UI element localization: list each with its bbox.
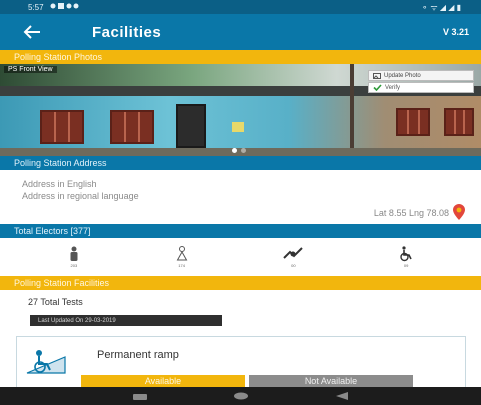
pager-dot — [241, 148, 246, 153]
app-version: V 3.21 — [442, 27, 469, 37]
back-button[interactable] — [16, 16, 48, 48]
app-bar: Facilities V 3.21 — [0, 14, 481, 50]
status-time: 5:57 — [28, 2, 44, 12]
last-updated-badge: Last Updated On 29-03-2019 — [30, 315, 222, 326]
system-nav-bar — [0, 387, 481, 405]
male-icon — [70, 246, 78, 261]
electors-row: 203 174 00 09 — [0, 240, 481, 273]
status-bar: 5:57 ⚬ ᯤ ◢ ◢ ▮ — [0, 0, 481, 14]
recent-apps-button[interactable] — [133, 387, 148, 405]
map-pin-icon — [453, 204, 465, 220]
photo-tag: PS Front View — [4, 66, 57, 73]
page-title: Facilities — [92, 23, 162, 41]
ramp-icon — [25, 347, 71, 380]
photos-section-header: Polling Station Photos — [0, 50, 481, 64]
address-block: Address in English Address in regional l… — [22, 178, 139, 202]
address-regional: Address in regional language — [22, 191, 139, 201]
female-icon — [176, 245, 187, 260]
pager-dot — [232, 148, 237, 153]
image-icon — [373, 72, 381, 79]
facility-title: Permanent ramp — [97, 349, 179, 361]
location-pin-button[interactable] — [451, 203, 467, 226]
triangle-back-icon — [335, 392, 348, 400]
home-icon — [234, 392, 249, 400]
address-english: Address in English — [22, 179, 97, 189]
arrow-left-icon — [23, 25, 40, 39]
home-button[interactable] — [233, 387, 249, 405]
total-tests: 27 Total Tests — [28, 297, 83, 307]
third-gender-icon — [283, 246, 304, 259]
elector-third-gender: 00 — [282, 246, 304, 268]
elector-pwd: 09 — [398, 245, 414, 268]
available-button[interactable]: Available — [81, 375, 245, 387]
facilities-section-header: Polling Station Facilities — [0, 276, 481, 290]
recents-icon — [133, 394, 148, 400]
wheelchair-icon — [400, 245, 412, 261]
photo-pager-dots — [232, 148, 246, 153]
address-section-header: Polling Station Address — [0, 156, 481, 170]
electors-section-header: Total Electors [377] — [0, 224, 481, 238]
back-nav-button[interactable] — [335, 387, 348, 405]
update-photo-button[interactable]: Update Photo — [368, 70, 474, 81]
verify-button[interactable]: Verify — [368, 82, 474, 93]
elector-female: 174 — [175, 245, 189, 268]
lat-lng-readout: Lat 8.55 Lng 78.08 — [373, 208, 449, 218]
check-icon — [373, 84, 382, 91]
status-system-icons: ⚬ ᯤ ◢ ◢ ▮ — [421, 2, 461, 12]
not-available-button[interactable]: Not Available — [249, 375, 413, 387]
elector-male: 203 — [67, 246, 81, 268]
notification-icons — [50, 2, 80, 12]
